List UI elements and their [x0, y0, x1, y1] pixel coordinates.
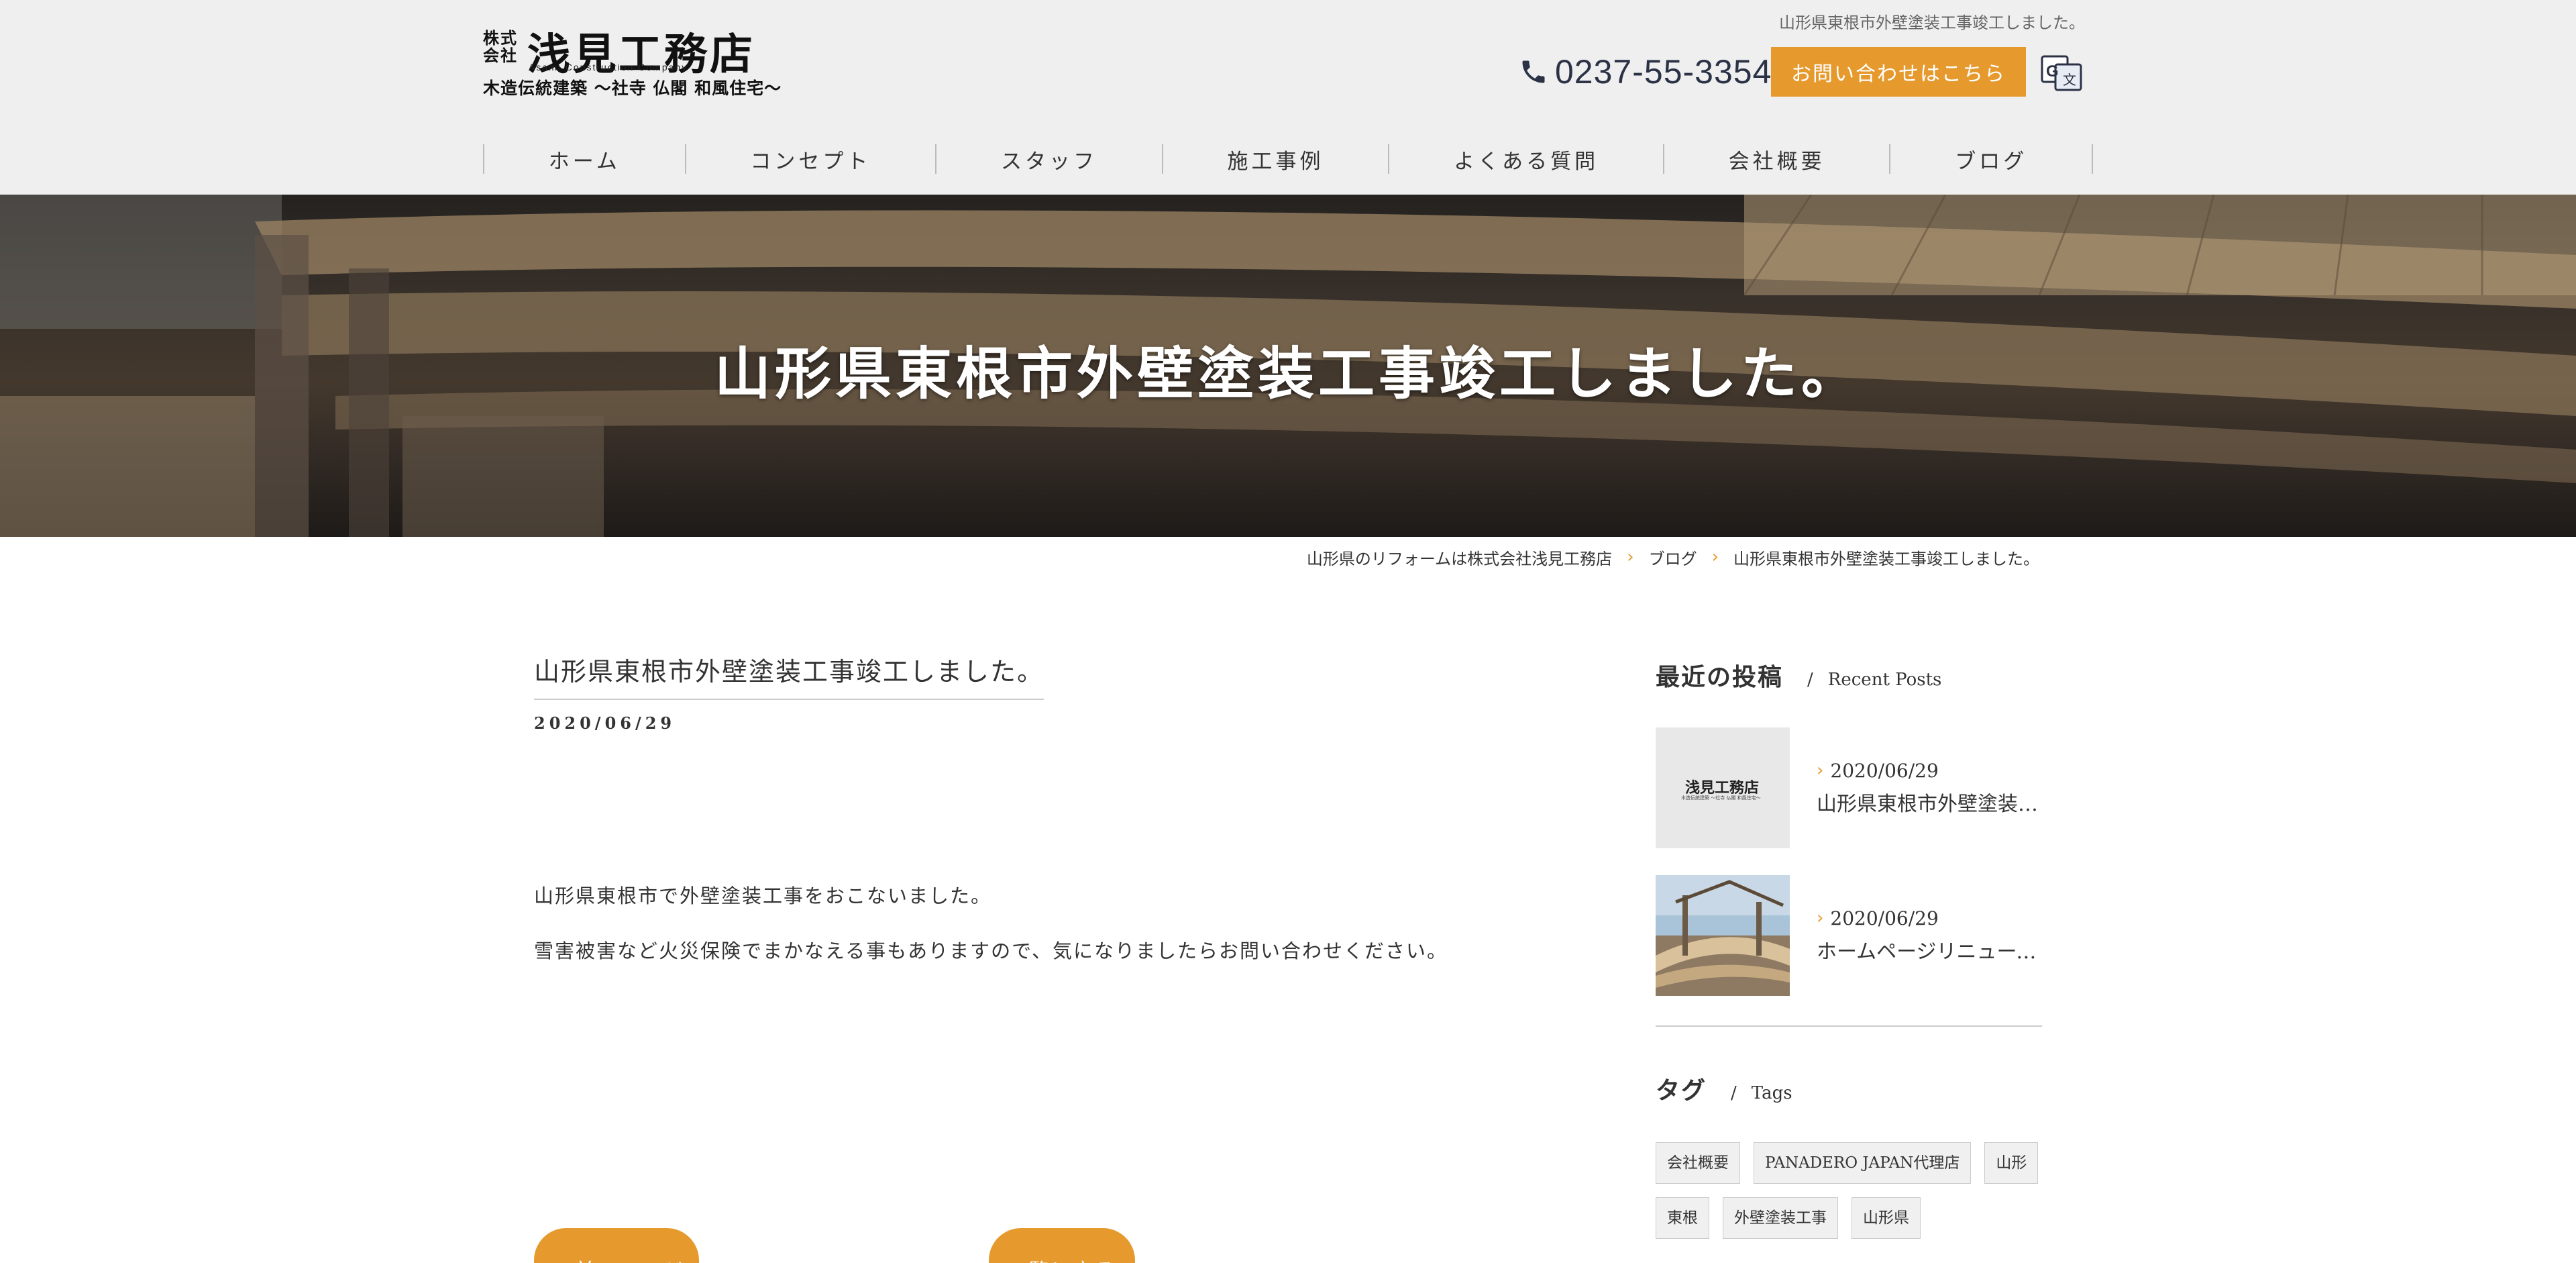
svg-text:G: G: [2046, 62, 2059, 81]
nav-item-concept[interactable]: コンセプト: [686, 144, 936, 174]
post-paragraph: 雪害被害など火災保険でまかなえる事もありますので、気になりましたらお問い合わせく…: [534, 940, 1448, 962]
breadcrumb-current: 山形県東根市外壁塗装工事竣工しました。: [1733, 549, 2039, 568]
thumbnail-logo-tagline: 木造伝統建築 〜社寺 仏閣 和風住宅〜: [1681, 795, 1761, 801]
post-title: 山形県東根市外壁塗装工事竣工しました。: [534, 651, 1044, 700]
recent-posts-heading-jp: 最近の投稿: [1656, 663, 1784, 691]
post-date-row: › 2020/06/29: [1817, 760, 2042, 782]
post-date: 2020/06/29: [534, 713, 676, 733]
company-logo[interactable]: 株式会社 浅見工務店 Asami Construction Company 木造…: [483, 24, 781, 105]
phone-icon: [1522, 60, 1545, 83]
svg-text:文: 文: [2063, 72, 2076, 88]
post-info: › 2020/06/29 山形県東根市外壁塗装工事竣工しました。: [1817, 760, 2042, 817]
construction-photo: [1656, 875, 1790, 996]
sidebar-divider: [1656, 1025, 2042, 1027]
recent-posts-heading: 最近の投稿 / Recent Posts: [1656, 658, 2042, 693]
back-to-list-button[interactable]: 一覧に戻る: [989, 1228, 1135, 1263]
tag-company-overview[interactable]: 会社概要: [1656, 1142, 1740, 1184]
tags-heading-en: Tags: [1751, 1083, 1792, 1103]
recent-post-title[interactable]: ホームページリニューアルしました。: [1817, 935, 2042, 964]
post-body: 山形県東根市で外壁塗装工事をおこないました。 雪害被害など火災保険でまかなえる事…: [534, 880, 1540, 964]
nav-item-home[interactable]: ホーム: [484, 144, 685, 174]
hero-title: 山形県東根市外壁塗装工事竣工しました。: [714, 340, 1862, 407]
chevron-right-icon: ›: [1817, 908, 1824, 928]
logo-tagline: 木造伝統建築 〜社寺 仏閣 和風住宅〜: [483, 79, 782, 98]
article: 山形県東根市外壁塗装工事竣工しました。 2020/06/29 山形県東根市で外壁…: [534, 651, 1540, 991]
chevron-right-icon: ›: [1817, 760, 1824, 780]
heading-slash: /: [1807, 670, 1813, 690]
nav-item-works[interactable]: 施工事例: [1163, 144, 1389, 174]
logo-english-name: Asami Construction Company: [529, 62, 688, 72]
recent-posts-list: 浅見工務店 木造伝統建築 〜社寺 仏閣 和風住宅〜 › 2020/06/29 山…: [1656, 727, 2042, 996]
recent-post-date: 2020/06/29: [1830, 907, 1939, 929]
post-thumbnail[interactable]: 浅見工務店 木造伝統建築 〜社寺 仏閣 和風住宅〜: [1656, 727, 1790, 848]
recent-post-item[interactable]: › 2020/06/29 ホームページリニューアルしました。: [1656, 875, 2042, 996]
chevron-right-icon: ›: [1627, 547, 1634, 567]
tag-yamagata[interactable]: 山形: [1984, 1142, 2039, 1184]
chevron-right-icon: ›: [1711, 547, 1719, 567]
main-nav: ホーム コンセプト スタッフ 施工事例 よくある質問 会社概要 ブログ: [483, 142, 2094, 176]
nav-item-blog[interactable]: ブログ: [1890, 144, 2092, 174]
post-paragraph: 山形県東根市で外壁塗装工事をおこないました。: [534, 885, 992, 907]
recent-post-item[interactable]: 浅見工務店 木造伝統建築 〜社寺 仏閣 和風住宅〜 › 2020/06/29 山…: [1656, 727, 2042, 848]
tag-list: 会社概要 PANADERO JAPAN代理店 山形 東根 外壁塗装工事 山形県: [1656, 1142, 2042, 1239]
heading-slash: /: [1731, 1083, 1737, 1103]
post-thumbnail[interactable]: [1656, 875, 1790, 996]
post-date-row: › 2020/06/29: [1817, 907, 2042, 929]
phone-contact[interactable]: 0237-55-3354: [1519, 48, 1772, 95]
recent-post-date: 2020/06/29: [1830, 759, 1939, 782]
tag-panadero[interactable]: PANADERO JAPAN代理店: [1754, 1142, 1972, 1184]
tag-yamagata-prefecture[interactable]: 山形県: [1851, 1197, 1921, 1239]
sidebar: 最近の投稿 / Recent Posts 浅見工務店 木造伝統建築 〜社寺 仏閣…: [1656, 658, 2042, 1239]
tags-heading-jp: タグ: [1656, 1076, 1707, 1105]
translate-icon[interactable]: G 文: [2041, 54, 2082, 93]
nav-item-staff[interactable]: スタッフ: [936, 144, 1162, 174]
prev-page-button[interactable]: < 前のページ: [534, 1228, 699, 1263]
tag-higashine[interactable]: 東根: [1656, 1197, 1709, 1239]
logo-company-name: 浅見工務店: [527, 30, 755, 80]
contact-button[interactable]: お問い合わせはこちら: [1771, 47, 2026, 97]
recent-post-title[interactable]: 山形県東根市外壁塗装工事竣工しました。: [1817, 787, 2042, 817]
breadcrumb: 山形県のリフォームは株式会社浅見工務店 › ブログ › 山形県東根市外壁塗装工事…: [1307, 545, 2039, 569]
nav-item-faq[interactable]: よくある質問: [1389, 144, 1663, 174]
breadcrumb-home[interactable]: 山形県のリフォームは株式会社浅見工務店: [1307, 546, 1612, 569]
top-notice: 山形県東根市外壁塗装工事竣工しました。: [1779, 13, 2085, 32]
tags-heading: タグ / Tags: [1656, 1071, 2042, 1106]
nav-separator: [2092, 144, 2094, 174]
tag-exterior-painting[interactable]: 外壁塗装工事: [1723, 1197, 1838, 1239]
post-info: › 2020/06/29 ホームページリニューアルしました。: [1817, 907, 2042, 964]
recent-posts-heading-en: Recent Posts: [1827, 670, 1942, 690]
logo-kabushiki: 株式会社: [483, 28, 518, 65]
breadcrumb-blog[interactable]: ブログ: [1649, 546, 1697, 569]
hero-banner: 山形県東根市外壁塗装工事竣工しました。: [0, 195, 2576, 537]
site-header: 株式会社 浅見工務店 Asami Construction Company 木造…: [0, 0, 2576, 195]
nav-item-company[interactable]: 会社概要: [1664, 144, 1890, 174]
phone-number[interactable]: 0237-55-3354: [1555, 52, 1772, 91]
